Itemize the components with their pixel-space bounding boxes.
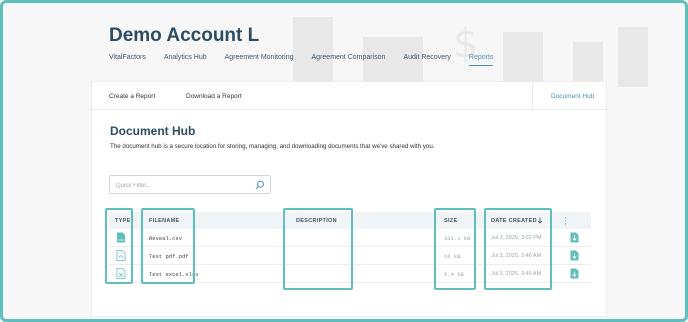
table-row[interactable]: Test pdf.pdf 16 kB Jul 3, 2025, 3:46 AM: [109, 247, 591, 265]
filename-cell: Test pdf.pdf: [149, 253, 189, 260]
filename-cell: Test excel.xlsx: [149, 271, 199, 278]
pdf-file-icon: [116, 250, 126, 261]
account-title: Demo Account L: [109, 25, 260, 46]
size-cell: 331.1 kB: [444, 235, 471, 242]
subbar-divider: [532, 82, 533, 110]
column-menu-icon[interactable]: [564, 217, 567, 225]
quick-filter[interactable]: [109, 175, 271, 194]
page-description: The document hub is a secure location fo…: [110, 143, 435, 150]
table-row[interactable]: CSV Reveal.csv 331.1 kB Jul 3, 2025, 3:0…: [109, 229, 591, 247]
date-cell: Jul 3, 2025, 3:46 AM: [491, 271, 542, 277]
background-illustration: $: [293, 17, 648, 87]
header-filename[interactable]: FILENAME: [149, 218, 180, 224]
page-title: Document Hub: [110, 124, 196, 138]
quick-filter-input[interactable]: [116, 181, 246, 190]
search-icon[interactable]: [255, 180, 265, 190]
nav-audit-recovery[interactable]: Audit Recovery: [403, 54, 450, 66]
date-cell: Jul 3, 2025, 3:02 PM: [491, 235, 542, 241]
screenshot-frame: $ Demo Account L VitalFactors Analytics …: [0, 0, 688, 322]
header-type[interactable]: TYPE: [115, 218, 131, 224]
date-cell: Jul 3, 2025, 3:46 AM: [491, 253, 542, 259]
download-report-link[interactable]: Download a Report: [186, 93, 242, 100]
nav-reports[interactable]: Reports: [468, 54, 494, 66]
nav-agreement-comparison[interactable]: Agreement Comparison: [312, 54, 386, 66]
download-icon[interactable]: [570, 268, 579, 279]
table-row[interactable]: Test excel.xlsx 6.4 kB Jul 3, 2025, 3:46…: [109, 265, 591, 283]
download-icon[interactable]: [570, 232, 579, 243]
table-header: TYPE FILENAME DESCRIPTION SIZE DATE CREA…: [109, 212, 591, 229]
csv-file-icon: CSV: [117, 232, 125, 243]
download-icon[interactable]: [570, 250, 579, 261]
documents-table: TYPE FILENAME DESCRIPTION SIZE DATE CREA…: [105, 208, 591, 290]
header-date-created[interactable]: DATE CREATED: [491, 218, 537, 224]
sub-navigation: Create a Report Download a Report Docume…: [92, 82, 608, 110]
content-panel: Create a Report Download a Report Docume…: [91, 81, 608, 317]
xlsx-file-icon: [116, 268, 126, 279]
header-description[interactable]: DESCRIPTION: [296, 218, 337, 224]
svg-text:CSV: CSV: [118, 238, 125, 242]
header-size[interactable]: SIZE: [444, 218, 457, 224]
filename-cell: Reveal.csv: [149, 235, 183, 242]
nav-analytics-hub[interactable]: Analytics Hub: [164, 54, 207, 66]
sort-arrow-down-icon[interactable]: [537, 217, 543, 224]
create-report-link[interactable]: Create a Report: [109, 93, 155, 100]
nav-vitalfactors[interactable]: VitalFactors: [109, 54, 146, 66]
nav-agreement-monitoring[interactable]: Agreement Monitoring: [225, 54, 294, 66]
document-hub-link[interactable]: Document Hub: [551, 93, 594, 100]
main-nav: VitalFactors Analytics Hub Agreement Mon…: [109, 54, 511, 66]
size-cell: 6.4 kB: [444, 271, 464, 278]
size-cell: 16 kB: [444, 253, 461, 260]
